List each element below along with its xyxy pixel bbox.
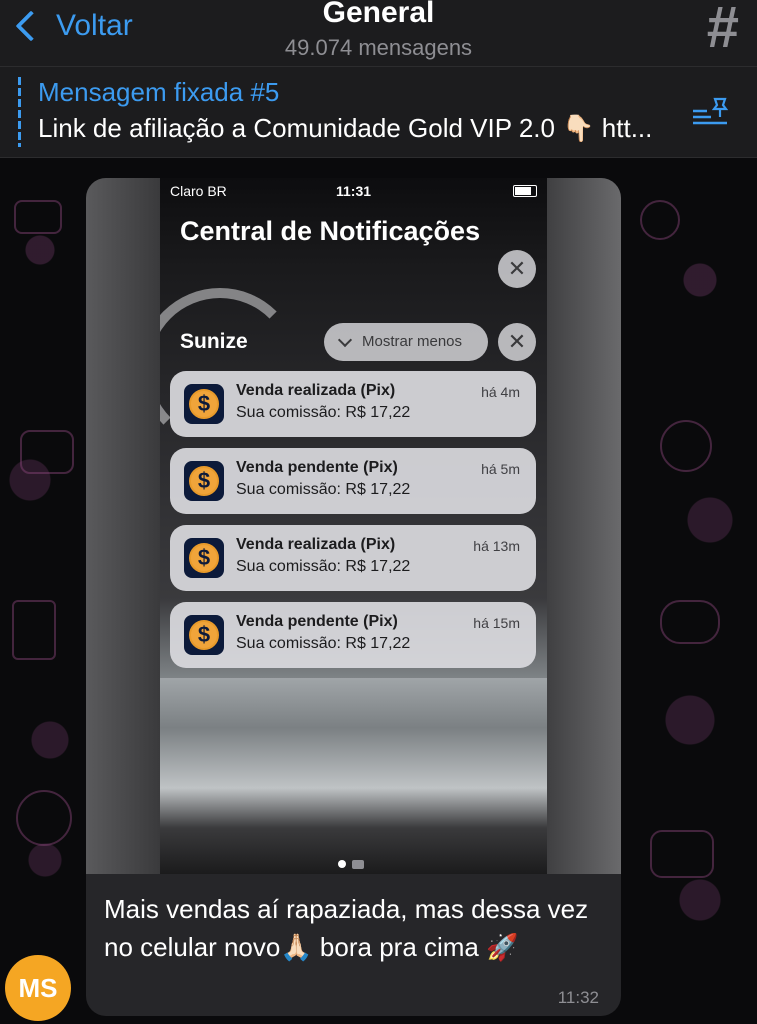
battery-icon: [513, 185, 537, 197]
notification-time: há 15m: [473, 615, 520, 631]
chat-title: General: [322, 0, 435, 29]
hash-icon[interactable]: #: [707, 0, 739, 57]
doodle-shape: [660, 600, 720, 644]
notification-body: Sua comissão: R$ 17,22: [236, 558, 411, 575]
doodle-shape: [16, 790, 72, 846]
chat-title-block[interactable]: General 49.074 mensagens: [0, 0, 757, 62]
pinned-message-bar[interactable]: Mensagem fixada #5 Link de afiliação a C…: [0, 67, 757, 158]
coin-icon: $: [197, 391, 211, 416]
page-dot: [338, 860, 346, 868]
show-less-button: Mostrar menos: [324, 323, 488, 361]
pinned-text: Link de afiliação a Comunidade Gold VIP …: [38, 113, 653, 143]
group-close-icon: ✕: [498, 323, 536, 361]
message-count: 49.074 mensagens: [284, 35, 473, 60]
message-bubble[interactable]: Claro BR 11:31 Central de Notificações ✕…: [86, 178, 621, 1016]
notification-card: $ Venda realizada (Pix) Sua comissão: R$…: [170, 525, 536, 591]
doodle-shape: [660, 420, 712, 472]
notification-body: Sua comissão: R$ 17,22: [236, 404, 411, 421]
status-time: 11:31: [336, 183, 372, 199]
doodle-shape: [12, 600, 56, 660]
coin-icon: $: [197, 622, 211, 647]
notification-title: Venda realizada (Pix): [236, 536, 396, 553]
pin-list-icon[interactable]: [691, 97, 729, 129]
doodle-shape: [650, 830, 714, 878]
notification-time: há 13m: [473, 538, 520, 554]
notification-title: Venda pendente (Pix): [236, 613, 398, 630]
message-text: Mais vendas aí rapaziada, mas dessa vez …: [104, 894, 589, 962]
doodle-shape: [20, 430, 74, 474]
chat-header: Voltar General 49.074 mensagens #: [0, 0, 757, 67]
message-time: 11:32: [557, 988, 599, 1007]
car-bumper: [160, 678, 547, 874]
notification-card: $ Venda pendente (Pix) Sua comissão: R$ …: [170, 602, 536, 668]
notification-body: Sua comissão: R$ 17,22: [236, 481, 411, 498]
clear-all-close-icon: ✕: [498, 250, 536, 288]
status-bar: Claro BR 11:31: [160, 178, 547, 204]
carrier-label: Claro BR: [170, 183, 227, 199]
notification-time: há 5m: [481, 461, 520, 477]
doodle-shape: [640, 200, 680, 240]
notification-center-title: Central de Notificações: [180, 216, 481, 246]
notification-card: $ Venda pendente (Pix) Sua comissão: R$ …: [170, 448, 536, 514]
avatar[interactable]: MS: [5, 955, 71, 1021]
app-group-name: Sunize: [180, 330, 248, 353]
doodle-shape: [14, 200, 62, 234]
pinned-label: Mensagem fixada #5: [38, 77, 280, 107]
coin-icon: $: [197, 545, 211, 570]
camera-icon: [352, 860, 364, 869]
pinned-indicator: [18, 77, 21, 147]
media-image[interactable]: Claro BR 11:31 Central de Notificações ✕…: [86, 178, 621, 874]
notification-title: Venda realizada (Pix): [236, 382, 396, 399]
phone-screenshot: Claro BR 11:31 Central de Notificações ✕…: [160, 178, 547, 874]
page-indicator: [338, 860, 378, 870]
notification-body: Sua comissão: R$ 17,22: [236, 635, 411, 652]
notification-time: há 4m: [481, 384, 520, 400]
chevron-down-icon: [337, 332, 353, 348]
notification-title: Venda pendente (Pix): [236, 459, 398, 476]
show-less-label: Mostrar menos: [362, 333, 463, 350]
notification-card: $ Venda realizada (Pix) Sua comissão: R$…: [170, 371, 536, 437]
coin-icon: $: [197, 468, 211, 493]
